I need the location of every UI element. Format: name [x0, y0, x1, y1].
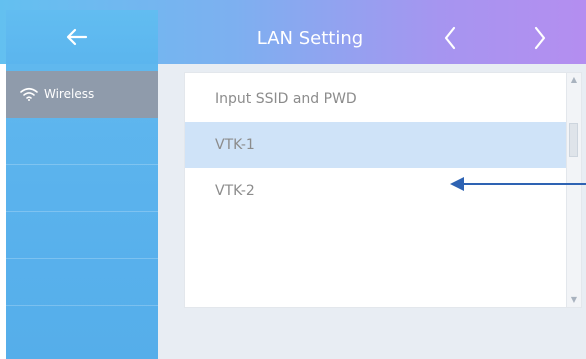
arrow-left-icon	[66, 28, 88, 46]
header-bar: LAN Setting	[0, 0, 586, 64]
list-item-label: Input SSID and PWD	[215, 91, 357, 107]
wifi-icon	[20, 87, 38, 101]
scrollbar-thumb[interactable]	[569, 123, 578, 157]
sidebar-item-wireless[interactable]: Wireless	[6, 71, 158, 118]
list-item-input-ssid[interactable]: Input SSID and PWD	[185, 76, 567, 122]
scroll-up-arrow-icon[interactable]: ▲	[569, 75, 579, 85]
page-title: LAN Setting	[256, 28, 364, 49]
chevron-right-icon	[534, 26, 546, 50]
previous-page-button[interactable]	[438, 24, 462, 52]
annotation-arrow-icon	[450, 177, 586, 191]
back-button[interactable]	[64, 24, 90, 50]
sidebar: Wireless	[6, 64, 158, 359]
list-item-vtk-1[interactable]: VTK-1	[185, 122, 567, 168]
next-page-button[interactable]	[528, 24, 552, 52]
sidebar-item-label: Wireless	[44, 87, 95, 101]
sidebar-item-empty[interactable]	[6, 212, 158, 259]
sidebar-item-empty[interactable]	[6, 259, 158, 306]
chevron-left-icon	[444, 26, 456, 50]
lan-setting-screen: LAN Setting Wireless Input SSID and PWD …	[0, 0, 586, 359]
scroll-down-arrow-icon[interactable]: ▼	[569, 295, 579, 305]
sidebar-item-empty[interactable]	[6, 165, 158, 212]
list-item-label: VTK-1	[215, 137, 255, 153]
sidebar-item-empty[interactable]	[6, 118, 158, 165]
list-item-label: VTK-2	[215, 183, 255, 199]
